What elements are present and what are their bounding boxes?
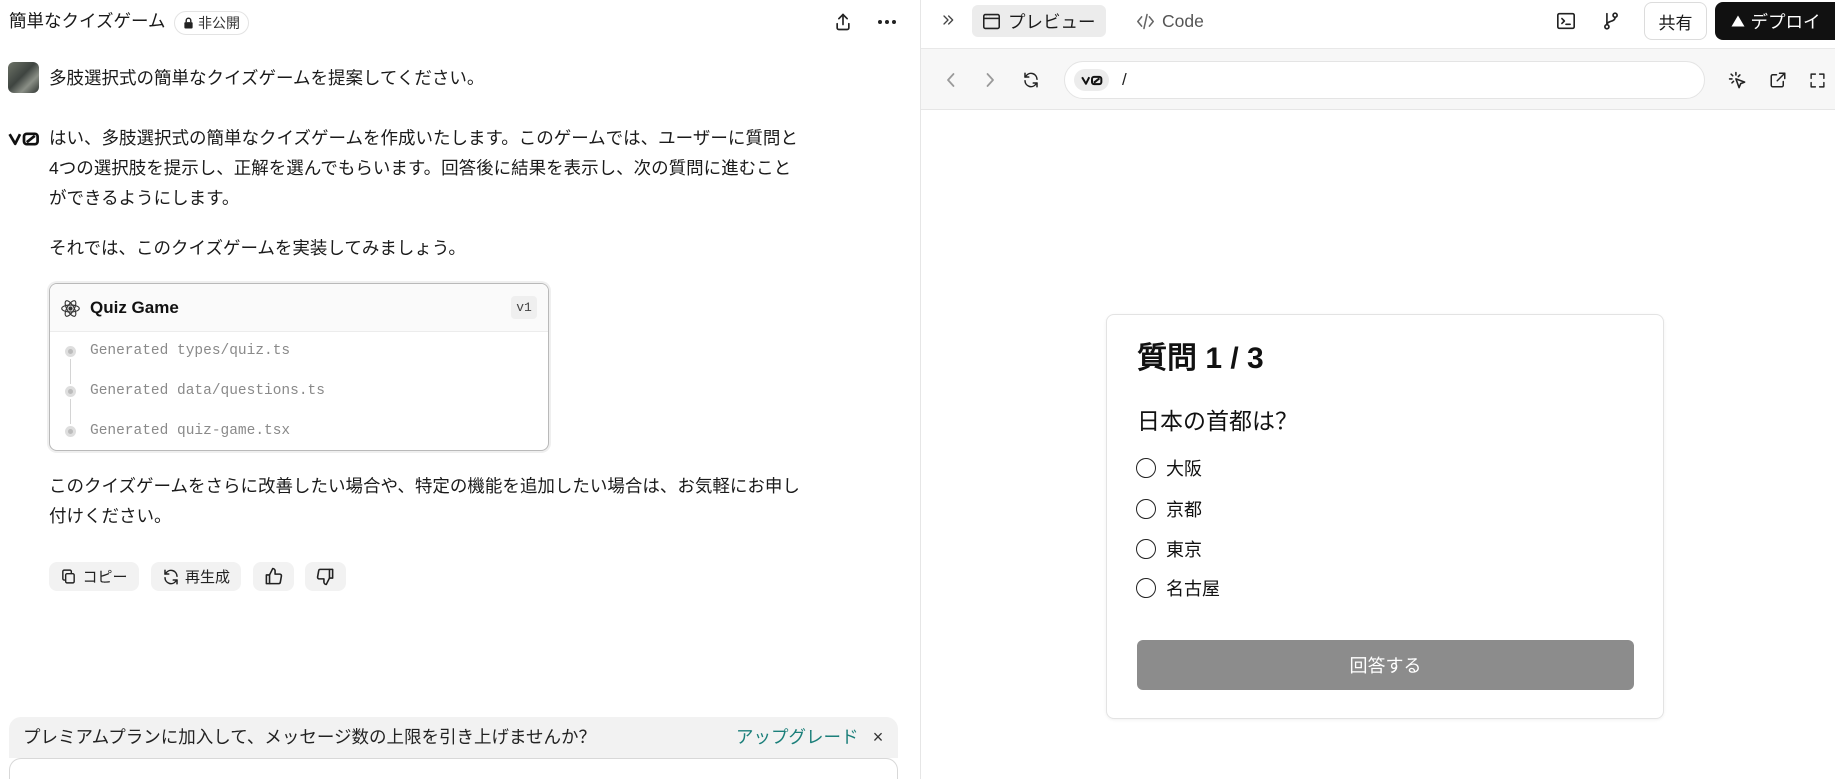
step-item: Generated quiz-game.tsx [90, 423, 291, 439]
upgrade-banner: プレミアムプランに加入して、メッセージ数の上限を引き上げませんか？ アップグレー… [9, 717, 898, 758]
quiz-option[interactable]: 大阪 [1136, 455, 1202, 481]
browser-bar: / [921, 49, 1835, 110]
copy-icon [60, 568, 77, 585]
thumbs-up-icon [264, 567, 283, 586]
card-title: Quiz Game [90, 298, 179, 317]
user-avatar [8, 62, 39, 93]
code-icon [1136, 13, 1155, 30]
step-dot [65, 426, 76, 437]
message-input[interactable] [9, 758, 898, 779]
copy-label: コピー [82, 569, 128, 586]
assistant-paragraph-line: このクイズゲームをさらに改善したい場合や、特定の機能を追加したい場合は、お気軽に… [49, 476, 800, 496]
share-icon[interactable] [832, 11, 854, 33]
lock-icon [183, 17, 194, 29]
select-element-icon[interactable] [1727, 70, 1747, 90]
step-dot [65, 346, 76, 357]
tab-label: Code [1162, 10, 1204, 31]
more-icon[interactable] [876, 11, 898, 33]
upgrade-link[interactable]: アップグレード [736, 725, 859, 749]
deploy-label: デプロイ [1750, 11, 1821, 32]
user-message: 多肢選択式の簡単なクイズゲームを提案してください。 [49, 68, 485, 88]
quiz-option[interactable]: 京都 [1136, 496, 1202, 522]
external-link-icon[interactable] [1768, 70, 1788, 90]
step-connector [70, 399, 71, 424]
deploy-button[interactable]: デプロイ [1715, 2, 1835, 40]
v0-logo [7, 130, 40, 147]
quiz-option[interactable]: 名古屋 [1136, 575, 1220, 601]
chat-panel: 簡単なクイズゲーム 非公開 多肢選択式の簡単なクイズゲームを提案してください。 … [0, 0, 920, 779]
thumbs-down-button[interactable] [305, 562, 346, 591]
generation-card[interactable]: Quiz Game v1 Generated types/quiz.ts Gen… [49, 283, 549, 451]
regenerate-button[interactable]: 再生成 [151, 562, 241, 591]
chat-title[interactable]: 簡単なクイズゲーム [9, 9, 165, 33]
radio-button[interactable] [1136, 578, 1156, 598]
preview-toolbar: プレビュー Code 共有 デプロイ [921, 0, 1835, 49]
fork-icon[interactable] [1601, 11, 1621, 31]
preview-canvas: 質問 1 / 3 日本の首都は？ 大阪 京都 東京 名古屋 回答する [921, 110, 1835, 779]
refresh-icon [162, 568, 180, 586]
quiz-card: 質問 1 / 3 日本の首都は？ 大阪 京都 東京 名古屋 回答する [1106, 314, 1664, 719]
radio-button[interactable] [1136, 539, 1156, 559]
visibility-badge[interactable]: 非公開 [174, 11, 249, 35]
copy-button[interactable]: コピー [49, 562, 139, 591]
terminal-icon[interactable] [1556, 11, 1576, 31]
submit-answer-button[interactable]: 回答する [1137, 640, 1634, 690]
radio-button[interactable] [1136, 499, 1156, 519]
quiz-heading: 質問 1 / 3 [1137, 342, 1264, 375]
option-label: 大阪 [1166, 459, 1202, 479]
assistant-paragraph-line: 付けください。 [49, 506, 172, 526]
version-badge[interactable]: v1 [511, 296, 537, 319]
back-icon[interactable] [941, 70, 961, 90]
collapse-icon[interactable] [938, 10, 958, 30]
fullscreen-icon[interactable] [1807, 70, 1827, 90]
option-label: 東京 [1166, 540, 1202, 560]
reload-icon[interactable] [1021, 70, 1041, 90]
triangle-icon [1731, 15, 1745, 27]
assistant-paragraph-line: ができるようにします。 [49, 188, 240, 208]
quiz-question: 日本の首都は？ [1137, 408, 1298, 434]
assistant-paragraph-line: 4つの選択肢を提示し、正解を選んでもらいます。回答後に結果を表示し、次の質問に進… [49, 158, 792, 178]
tab-code[interactable]: Code [1126, 5, 1214, 37]
v0-logo [1074, 69, 1109, 91]
tab-label: プレビュー [1008, 11, 1096, 32]
thumbs-up-button[interactable] [253, 562, 294, 591]
step-item: Generated types/quiz.ts [90, 343, 291, 359]
option-label: 京都 [1166, 500, 1202, 520]
assistant-paragraph-line: はい、多肢選択式の簡単なクイズゲームを作成いたします。このゲームでは、ユーザーに… [49, 128, 798, 148]
option-label: 名古屋 [1166, 579, 1220, 599]
url-bar[interactable]: / [1064, 61, 1705, 99]
forward-icon[interactable] [980, 70, 1000, 90]
assistant-paragraph: それでは、このクイズゲームを実装してみましょう。 [49, 238, 466, 258]
regenerate-label: 再生成 [184, 569, 230, 586]
visibility-label: 非公開 [198, 15, 240, 31]
step-connector [70, 359, 71, 384]
thumbs-down-icon [316, 567, 335, 586]
quiz-option[interactable]: 東京 [1136, 536, 1202, 562]
tab-preview[interactable]: プレビュー [972, 5, 1106, 37]
browser-window-icon [982, 13, 1001, 30]
react-icon [59, 297, 81, 319]
step-dot [65, 386, 76, 397]
step-item: Generated data/questions.ts [90, 383, 325, 399]
close-icon[interactable]: × [869, 725, 887, 749]
banner-text: プレミアムプランに加入して、メッセージ数の上限を引き上げませんか？ [23, 727, 596, 747]
app-window: 簡単なクイズゲーム 非公開 多肢選択式の簡単なクイズゲームを提案してください。 … [0, 0, 1835, 779]
url-path[interactable]: / [1122, 70, 1127, 90]
radio-button[interactable] [1136, 458, 1156, 478]
card-header[interactable]: Quiz Game v1 [50, 284, 548, 332]
preview-panel: プレビュー Code 共有 デプロイ / 質問 1 / 3 日本の首都は？ 大阪… [920, 0, 1835, 779]
share-button[interactable]: 共有 [1644, 2, 1707, 40]
